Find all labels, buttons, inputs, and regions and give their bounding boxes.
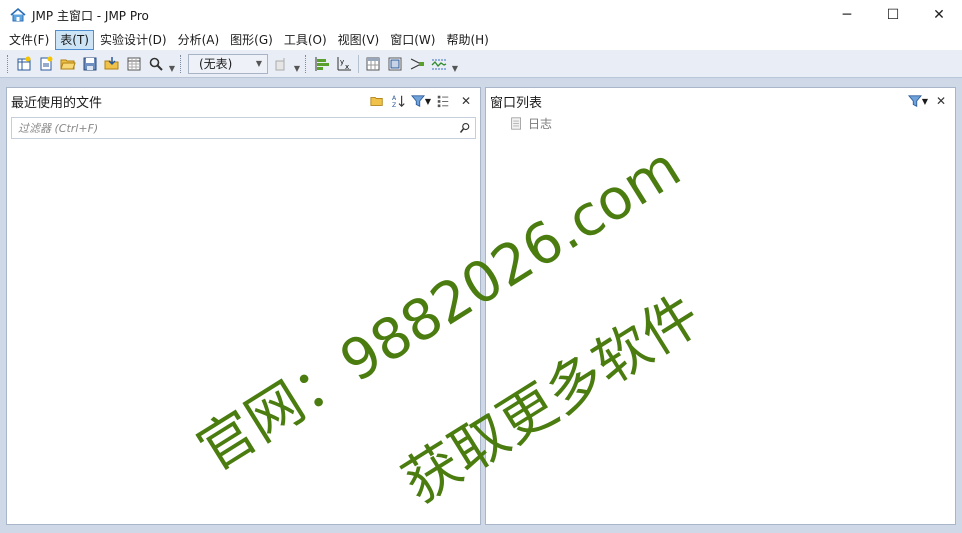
search-button[interactable] — [145, 53, 167, 75]
log-icon — [511, 116, 521, 130]
grid-icon — [127, 57, 141, 70]
save-icon — [83, 57, 97, 70]
window-list-panel: 窗口列表 ▼ ✕ 日志 — [485, 87, 956, 525]
fit-y-by-x-icon: yx — [337, 56, 351, 71]
close-icon[interactable]: ✕ — [458, 94, 474, 108]
svg-text:A: A — [392, 95, 397, 102]
svg-text:y: y — [340, 58, 344, 66]
window-list-item[interactable]: 日志 — [510, 114, 955, 132]
data-table-select-value: (无表) — [199, 57, 233, 71]
graph-builder-icon — [388, 57, 402, 70]
close-icon[interactable]: ✕ — [933, 94, 949, 108]
distribution-icon — [315, 56, 329, 71]
distribution-button[interactable] — [311, 53, 333, 75]
sort-icon: AZ — [392, 95, 405, 108]
graph-builder-button[interactable] — [384, 53, 406, 75]
menu-table[interactable]: 表(T) — [55, 30, 94, 50]
open-folder-icon — [60, 59, 76, 69]
new-data-table-button[interactable] — [13, 53, 35, 75]
recent-files-title: 最近使用的文件 — [11, 95, 103, 111]
window-list-header: 窗口列表 ▼ ✕ — [486, 88, 955, 114]
window-list-item-label: 日志 — [528, 116, 553, 131]
window-controls: ─ ☐ ✕ — [824, 0, 962, 30]
recent-files-tools: AZ ▼ ✕ — [366, 91, 480, 111]
menu-analyze[interactable]: 分析(A) — [173, 30, 225, 50]
chevron-down-icon: ▼ — [921, 96, 929, 106]
fit-y-by-x-button[interactable]: yx — [333, 53, 355, 75]
data-table-list-button[interactable] — [123, 53, 145, 75]
toolbar-overflow-3[interactable]: ▼ — [450, 55, 460, 73]
menu-graph[interactable]: 图形(G) — [225, 30, 278, 50]
window-title: JMP 主窗口 - JMP Pro — [32, 8, 149, 23]
import-button[interactable] — [101, 53, 123, 75]
open-folder-button[interactable] — [366, 91, 388, 111]
minimize-button[interactable]: ─ — [824, 0, 870, 30]
new-table-icon — [17, 56, 31, 70]
menu-file[interactable]: 文件(F) — [4, 30, 54, 50]
search-icon — [149, 57, 163, 71]
list-view-button[interactable] — [432, 91, 454, 111]
window-list-title: 窗口列表 — [490, 95, 543, 111]
search-icon[interactable] — [459, 122, 471, 134]
list-icon — [437, 95, 449, 108]
new-script-icon — [40, 56, 53, 70]
toolbar-grip[interactable] — [7, 54, 10, 73]
control-chart-button[interactable] — [428, 53, 450, 75]
toolbar: ▼ (无表) ▼ ▼ yx ▼ — [0, 50, 962, 78]
menu-view[interactable]: 视图(V) — [333, 30, 385, 50]
svg-text:x: x — [345, 63, 349, 71]
fit-model-icon — [410, 58, 424, 69]
filter-input[interactable] — [18, 121, 418, 135]
run-script-icon — [275, 57, 285, 70]
recent-files-filter — [11, 117, 476, 139]
home-icon — [10, 7, 26, 22]
fit-model-button[interactable] — [406, 53, 428, 75]
close-button[interactable]: ✕ — [916, 0, 962, 30]
new-script-button[interactable] — [35, 53, 57, 75]
menu-help[interactable]: 帮助(H) — [441, 30, 493, 50]
filter-funnel-icon — [907, 95, 922, 107]
control-chart-icon — [431, 59, 447, 69]
filter-funnel-icon — [410, 95, 425, 107]
folder-icon — [370, 97, 383, 106]
toolbar-overflow-1[interactable]: ▼ — [167, 55, 177, 73]
tabulate-icon — [366, 57, 380, 70]
recent-files-header: 最近使用的文件 AZ ▼ ✕ — [7, 88, 480, 114]
svg-text:Z: Z — [392, 102, 396, 108]
run-script-button[interactable] — [270, 53, 292, 75]
chevron-down-icon: ▼ — [255, 59, 262, 68]
import-icon — [104, 56, 119, 69]
maximize-button[interactable]: ☐ — [870, 0, 916, 30]
toolbar-overflow-2[interactable]: ▼ — [292, 55, 302, 73]
toolbar-separator — [358, 54, 359, 73]
data-table-select[interactable]: (无表) ▼ — [188, 53, 268, 74]
toolbar-grip-3[interactable] — [305, 54, 308, 73]
filter-button[interactable]: ▼ — [907, 91, 929, 111]
chevron-down-icon: ▼ — [424, 96, 432, 106]
menu-doe[interactable]: 实验设计(D) — [95, 30, 172, 50]
recent-files-panel: 最近使用的文件 AZ ▼ ✕ — [6, 87, 481, 525]
menu-bar: 文件(F) 表(T) 实验设计(D) 分析(A) 图形(G) 工具(O) 视图(… — [0, 30, 962, 50]
menu-tools[interactable]: 工具(O) — [279, 30, 332, 50]
sort-button[interactable]: AZ — [388, 91, 410, 111]
tabulate-button[interactable] — [362, 53, 384, 75]
menu-window[interactable]: 窗口(W) — [385, 30, 440, 50]
save-button[interactable] — [79, 53, 101, 75]
title-bar: JMP 主窗口 - JMP Pro ─ ☐ ✕ — [0, 0, 962, 30]
window-list-tools: ▼ ✕ — [907, 91, 955, 111]
toolbar-grip-2[interactable] — [180, 54, 183, 73]
filter-button[interactable]: ▼ — [410, 91, 432, 111]
open-button[interactable] — [57, 53, 79, 75]
